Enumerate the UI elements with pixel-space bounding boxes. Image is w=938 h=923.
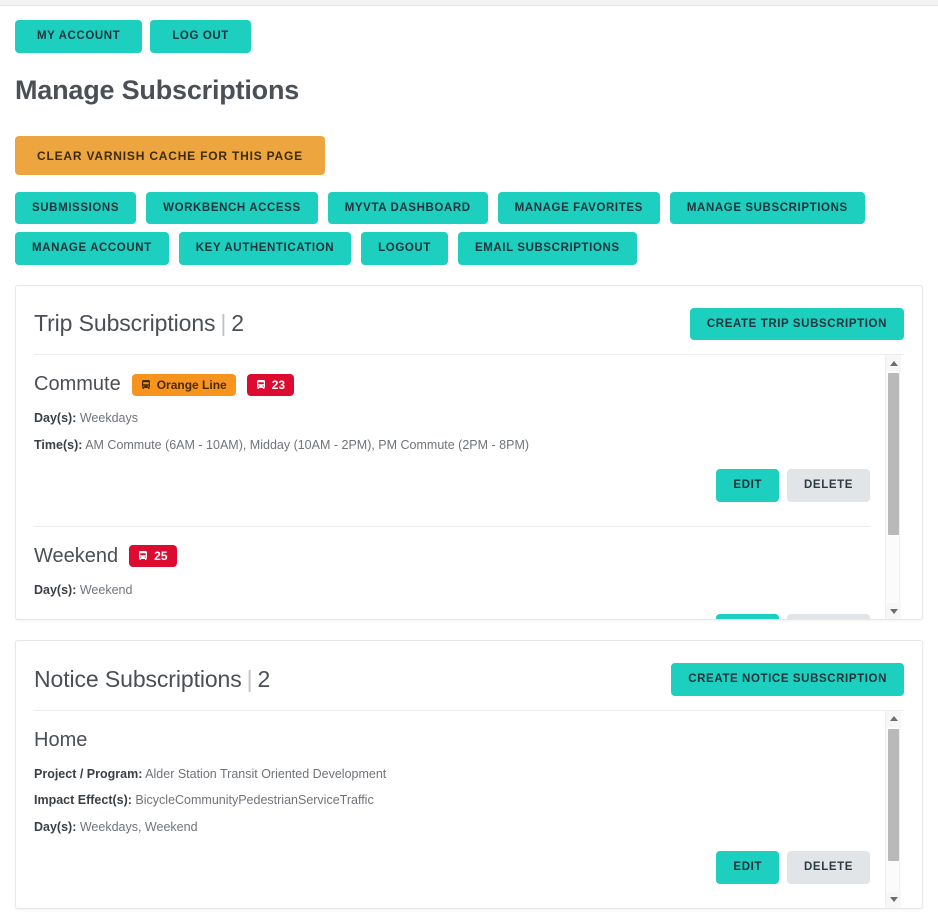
notice-impact-field: Impact Effect(s): BicycleCommunityPedest… — [34, 792, 870, 810]
trip-times-value: AM Commute (6AM - 10AM), Midday (10AM - … — [85, 437, 530, 452]
trip-days-label: Day(s): — [34, 411, 77, 425]
chevron-down-icon — [889, 608, 898, 614]
scrollbar-thumb[interactable] — [888, 728, 899, 861]
notice-impact-value: BicycleCommunityPedestrianServiceTraffic — [135, 793, 374, 807]
route-badge-25[interactable]: 25 — [129, 545, 177, 567]
trip-count: 2 — [231, 310, 244, 337]
trip-subscriptions-title: Trip Subscriptions | 2 — [34, 310, 244, 337]
trip-item-actions: EDIT DELETE — [34, 608, 870, 619]
route-badge-orange-line[interactable]: Orange Line — [131, 373, 236, 396]
notice-days-value: Weekdays, Weekend — [79, 819, 198, 834]
edit-button[interactable]: EDIT — [716, 614, 780, 619]
trip-list-inner: Commute Orange Line 23 Day(s): Weekdays … — [34, 355, 904, 619]
nav-workbench-access[interactable]: WORKBENCH ACCESS — [146, 191, 318, 224]
trip-subscriptions-header: Trip Subscriptions | 2 CREATE TRIP SUBSCRI… — [34, 304, 904, 355]
trip-subscriptions-card: Trip Subscriptions | 2 CREATE TRIP SUBSCRI… — [15, 284, 923, 620]
chevron-up-icon — [889, 360, 898, 366]
trip-days-field: Day(s): Weekend — [34, 582, 870, 600]
trip-days-label: Day(s): — [34, 582, 77, 597]
chevron-up-icon — [889, 716, 898, 721]
create-notice-subscription-button[interactable]: CREATE NOTICE SUBSCRIPTION — [671, 663, 904, 696]
trip-days-field: Day(s): Weekdays — [34, 410, 870, 428]
nav-myvta-dashboard[interactable]: MYVTA DASHBOARD — [327, 191, 488, 224]
route-badge-label: 25 — [154, 549, 168, 563]
notice-list-scrollbar[interactable] — [885, 710, 901, 908]
scroll-down-button[interactable] — [886, 891, 901, 908]
delete-button[interactable]: DELETE — [787, 614, 870, 619]
edit-button[interactable]: EDIT — [716, 469, 780, 502]
page-container: MY ACCOUNT LOG OUT Manage Subscriptions … — [0, 6, 938, 909]
trip-times-label: Time(s): — [34, 437, 83, 452]
account-bar: MY ACCOUNT LOG OUT — [15, 6, 923, 53]
scroll-up-button[interactable] — [886, 355, 901, 371]
notice-item-header: Home — [34, 729, 870, 752]
account-nav-buttons: SUBMISSIONS WORKBENCH ACCESS MYVTA DASHB… — [15, 191, 915, 265]
notice-subscriptions-card: Notice Subscriptions | 2 CREATE NOTICE SUB… — [15, 640, 923, 909]
route-badge-label: 23 — [271, 377, 286, 392]
chevron-down-icon — [889, 897, 898, 902]
trip-item-actions: EDIT DELETE — [34, 463, 870, 516]
trip-subscriptions-list: Commute Orange Line 23 Day(s): Weekdays … — [34, 354, 904, 619]
trip-title-text: Trip Subscriptions — [34, 310, 216, 337]
bus-icon — [139, 551, 148, 560]
nav-email-subscriptions[interactable]: EMAIL SUBSCRIPTIONS — [457, 232, 637, 265]
notice-days-label: Day(s): — [34, 819, 77, 834]
my-account-button[interactable]: MY ACCOUNT — [15, 20, 143, 53]
notice-item-name: Home — [34, 728, 88, 751]
trip-item-header: Commute Orange Line 23 — [34, 373, 870, 396]
route-badge-label: Orange Line — [156, 377, 227, 392]
nav-manage-account[interactable]: MANAGE ACCOUNT — [15, 232, 169, 265]
notice-item-actions: EDIT DELETE — [34, 845, 870, 898]
trip-subscription-item: Commute Orange Line 23 Day(s): Weekdays … — [34, 355, 870, 527]
trip-title-separator: | — [220, 310, 227, 337]
trip-item-name: Commute — [34, 373, 121, 395]
notice-subscription-item: Home Project / Program: Alder Station Tr… — [34, 711, 870, 908]
notice-title-separator: | — [246, 665, 253, 692]
delete-button[interactable]: DELETE — [787, 469, 870, 502]
trip-item-name: Weekend — [34, 544, 119, 567]
notice-days-field: Day(s): Weekdays, Weekend — [34, 819, 870, 837]
trip-subscription-item: Weekend 25 Day(s): Weekend EDIT — [34, 527, 870, 619]
notice-title-text: Notice Subscriptions — [34, 665, 242, 692]
edit-button[interactable]: EDIT — [716, 851, 780, 884]
notice-count: 2 — [257, 665, 271, 692]
trip-days-value: Weekdays — [79, 411, 138, 425]
varnish-row: CLEAR VARNISH CACHE FOR THIS PAGE — [15, 135, 923, 175]
trip-times-field: Time(s): AM Commute (6AM - 10AM), Midday… — [34, 437, 870, 455]
scroll-down-button[interactable] — [886, 603, 901, 619]
trip-list-scrollbar[interactable] — [885, 355, 901, 619]
notice-subscriptions-list: Home Project / Program: Alder Station Tr… — [34, 709, 904, 908]
trip-item-header: Weekend 25 — [34, 545, 870, 568]
clear-varnish-cache-button[interactable]: CLEAR VARNISH CACHE FOR THIS PAGE — [15, 135, 325, 175]
nav-manage-subscriptions[interactable]: MANAGE SUBSCRIPTIONS — [669, 191, 865, 224]
notice-project-value: Alder Station Transit Oriented Developme… — [145, 766, 387, 781]
log-out-button[interactable]: LOG OUT — [150, 20, 251, 53]
route-badge-23[interactable]: 23 — [246, 373, 295, 396]
nav-submissions[interactable]: SUBMISSIONS — [15, 191, 137, 224]
nav-key-authentication[interactable]: KEY AUTHENTICATION — [178, 232, 352, 265]
notice-subscriptions-header: Notice Subscriptions | 2 CREATE NOTICE SUB… — [34, 659, 904, 710]
scroll-up-button[interactable] — [886, 710, 901, 727]
bus-icon — [141, 379, 150, 389]
notice-list-inner: Home Project / Program: Alder Station Tr… — [34, 711, 904, 908]
bus-icon — [256, 379, 265, 389]
create-trip-subscription-button[interactable]: CREATE TRIP SUBSCRIPTION — [689, 307, 904, 340]
trip-days-value: Weekend — [79, 582, 133, 597]
notice-impact-label: Impact Effect(s): — [34, 793, 132, 807]
delete-button[interactable]: DELETE — [787, 851, 870, 884]
nav-manage-favorites[interactable]: MANAGE FAVORITES — [497, 191, 660, 224]
notice-subscriptions-title: Notice Subscriptions | 2 — [34, 666, 270, 693]
notice-project-field: Project / Program: Alder Station Transit… — [34, 766, 870, 784]
notice-project-label: Project / Program: — [34, 766, 143, 781]
page-title: Manage Subscriptions — [15, 74, 300, 105]
nav-logout[interactable]: LOGOUT — [361, 232, 448, 265]
scrollbar-thumb[interactable] — [888, 373, 899, 535]
